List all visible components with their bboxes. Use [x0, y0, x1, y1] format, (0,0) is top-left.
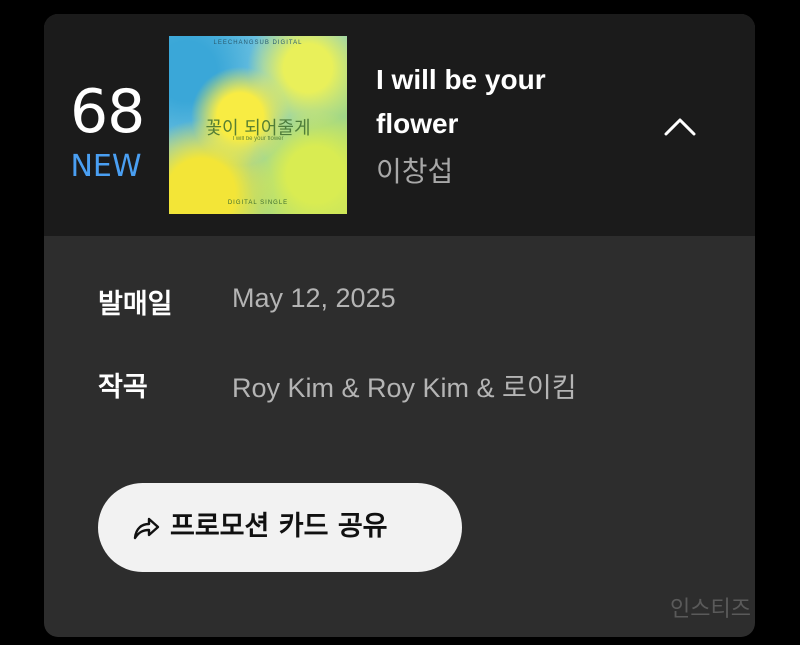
rank-number: 68	[70, 77, 145, 147]
release-date-label: 발매일	[98, 289, 173, 320]
composer-label: 작곡	[98, 372, 148, 403]
composer-value: Roy Kim & Roy Kim & 로이킴	[232, 373, 577, 403]
album-art[interactable]: LEECHANGSUB DIGITAL 꽃이 되어줄게 I will be yo…	[169, 36, 347, 214]
song-detail-card: 68 NEW LEECHANGSUB DIGITAL 꽃이 되어줄게 I wil…	[44, 14, 755, 637]
release-date-value: May 12, 2025	[232, 283, 396, 313]
song-header: 68 NEW LEECHANGSUB DIGITAL 꽃이 되어줄게 I wil…	[44, 14, 755, 236]
album-art-top-text: LEECHANGSUB DIGITAL	[213, 40, 303, 46]
collapse-button[interactable]	[658, 106, 702, 146]
artist-name[interactable]: 이창섭	[376, 154, 453, 190]
song-title: I will be your flower	[376, 64, 546, 139]
share-arrow-icon	[133, 517, 160, 540]
share-button-label: 프로모션 카드 공유	[170, 511, 388, 542]
album-art-subtitle: I will be your flower	[232, 136, 284, 142]
chevron-up-icon	[664, 118, 696, 136]
new-badge: NEW	[70, 149, 142, 184]
share-promo-card-button[interactable]: 프로모션 카드 공유	[98, 483, 462, 572]
album-art-bottom-text: DIGITAL SINGLE	[227, 200, 289, 206]
watermark: 인스티즈	[670, 597, 751, 622]
